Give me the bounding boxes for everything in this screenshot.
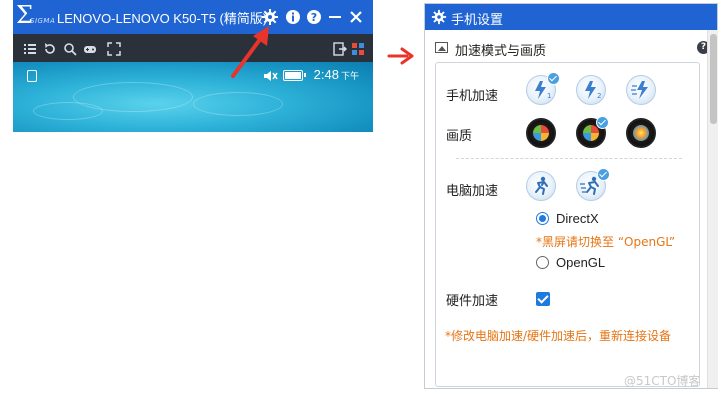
pc-accel-label: 电脑加速 [446,184,499,199]
hw-accel-checkbox[interactable] [536,292,550,306]
quality-high-icon[interactable] [626,118,656,148]
info-icon[interactable] [284,8,302,26]
red-arrow-to-gear [231,26,269,78]
phone-window: Σ SIGMA LENOVO-LENOVO K50-T5 (精简版) ? 2:4… [13,0,373,132]
selected-check-icon [597,168,610,181]
status-clock: 2:48 下午 [313,67,359,82]
quality-medium-icon[interactable] [576,116,609,148]
section-divider [456,158,682,159]
selected-check-icon [596,116,609,129]
opengl-radio[interactable] [536,256,549,269]
gamepad-icon[interactable] [83,41,97,55]
svg-text:1: 1 [547,92,551,100]
directx-radio[interactable] [536,212,549,225]
settings-gear-icon [431,9,447,29]
restart-hint: *修改电脑加速/硬件加速后，重新连接设备 [445,329,672,343]
quality-low-icon[interactable] [526,118,556,148]
phone-accel-level-2-icon[interactable]: 2 [576,75,606,105]
battery-icon [283,70,306,81]
opengl-label: OpenGL [556,255,606,270]
red-arrow-right [387,47,414,65]
selected-check-icon [547,72,560,85]
pc-accel-normal-icon[interactable] [526,171,556,201]
help-icon[interactable]: ? [305,8,323,26]
settings-title: 手机设置 [451,13,504,28]
minimize-icon[interactable] [326,8,344,26]
phone-toolbar [13,34,373,62]
hw-accel-label: 硬件加速 [446,294,499,309]
watermark: @51CTO博客 [624,374,701,388]
apps-grid-icon[interactable] [351,41,365,55]
svg-text:?: ? [311,11,317,24]
pc-accel-fast-icon[interactable] [576,168,610,201]
phone-accel-label: 手机加速 [446,89,499,104]
section-accel-quality: 加速模式与画质 ? [435,38,710,59]
phone-accel-level-1-icon[interactable]: 1 [526,72,560,105]
list-icon[interactable] [23,41,37,55]
fullscreen-icon[interactable] [107,41,121,56]
phone-titlebar: Σ SIGMA LENOVO-LENOVO K50-T5 (精简版) ? [13,0,373,34]
image-icon [435,42,448,53]
settings-header: 手机设置 [425,4,717,30]
section-title: 加速模式与画质 [455,44,547,59]
phone-screen[interactable]: 2:48 下午 [13,62,373,132]
quality-label: 画质 [446,129,473,144]
sigma-logo: Σ SIGMA [16,1,56,29]
sim-card-icon [27,70,37,82]
panel-scrollbar[interactable] [707,30,718,388]
scroll-thumb[interactable] [710,34,717,124]
phone-accel-level-3-icon[interactable] [626,75,656,105]
zoom-icon[interactable] [63,41,77,56]
directx-hint: *黑屏请切换至 “OpenGL” [536,235,676,249]
svg-text:2: 2 [597,92,601,100]
directx-label: DirectX [556,211,599,226]
settings-group: 手机加速 1 2 画质 电脑加速 DirectX *黑屏请切换至 “OpenGL… [435,62,700,387]
rotate-icon[interactable] [43,41,57,55]
export-icon[interactable] [333,41,347,56]
phone-settings-panel: 手机设置 加速模式与画质 ? 手机加速 1 2 画质 电脑加速 DirectX … [424,3,718,389]
close-icon[interactable] [347,8,365,26]
